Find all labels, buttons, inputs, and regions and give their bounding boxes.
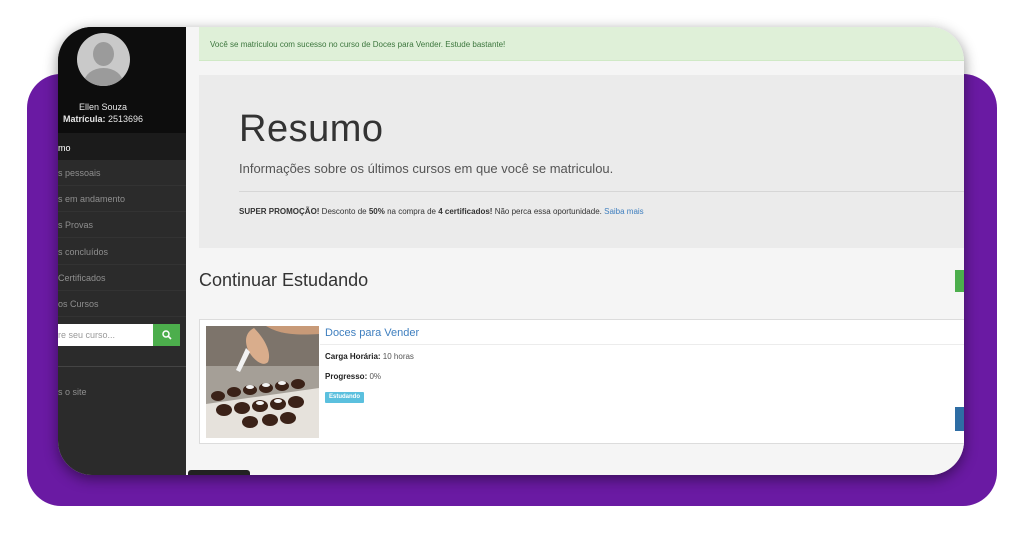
sidebar-item-courses-in-progress[interactable]: s em andamento [58, 186, 186, 212]
hours-label: Carga Horária: [325, 352, 381, 361]
blue-button-edge[interactable] [955, 407, 964, 431]
sidebar-item-all-courses[interactable]: os Cursos [58, 291, 186, 317]
progress-value: 0% [367, 372, 382, 381]
sidebar-divider [58, 366, 186, 367]
page-subtitle: Informações sobre os últimos cursos em q… [239, 161, 614, 176]
promo-more-link[interactable]: Saiba mais [604, 207, 644, 216]
course-search: re seu curso... [58, 324, 180, 346]
sidebar: Ellen Souza Matrícula: 2513696 mo s pess… [58, 27, 186, 475]
bottom-tab [188, 470, 250, 475]
sidebar-item-personal-data[interactable]: s pessoais [58, 160, 186, 186]
avatar-body-shape [84, 68, 123, 86]
course-title-link[interactable]: Doces para Vender [325, 327, 419, 339]
avatar[interactable] [77, 33, 130, 86]
registration-label: Matrícula: [62, 114, 106, 124]
avatar-head-shape [93, 42, 114, 66]
summary-divider [239, 191, 964, 192]
success-alert: Você se matriculou com sucesso no curso … [199, 27, 964, 61]
continue-studying-title: Continuar Estudando [199, 270, 369, 290]
promo-certificates: 4 certificados! [438, 207, 493, 216]
search-icon [161, 330, 172, 340]
course-card: Doces para Vender Carga Horária: 10 hora… [199, 319, 964, 444]
user-name: Ellen Souza [78, 102, 128, 112]
promo-text-1: Desconto de [319, 207, 369, 216]
sidebar-item-exams[interactable]: s Provas [58, 212, 186, 238]
page-title: Resumo [239, 108, 384, 150]
search-input[interactable]: re seu curso... [58, 324, 153, 346]
course-hours: Carga Horária: 10 horas [325, 352, 414, 361]
summary-panel: Resumo Informações sobre os últimos curs… [199, 75, 964, 248]
promo-discount: 50% [368, 207, 385, 216]
chocolates-image [206, 326, 319, 438]
sidebar-item-summary[interactable]: mo [58, 133, 186, 160]
green-button-edge[interactable] [955, 270, 964, 292]
course-thumbnail[interactable] [206, 326, 319, 438]
registration-value: 2513696 [107, 114, 144, 124]
app-window: Ellen Souza Matrícula: 2513696 mo s pess… [58, 27, 964, 475]
promo-text-2: na compra de [384, 207, 439, 216]
main-content: Você se matriculou com sucesso no curso … [186, 27, 964, 475]
promo-text-3: Não perca essa oportunidade. [492, 207, 605, 216]
status-badge: Estudando [325, 392, 364, 403]
user-registration: Matrícula: 2513696 [58, 114, 148, 124]
search-button[interactable] [153, 324, 180, 346]
sidebar-item-completed-courses[interactable]: s concluídos [58, 239, 186, 265]
promo-text: SUPER PROMOÇÃO! Desconto de 50% na compr… [239, 207, 644, 216]
sidebar-item-certificates[interactable]: Certificados [58, 265, 186, 291]
promo-lead: SUPER PROMOÇÃO! [239, 207, 320, 216]
sidebar-item-about-site[interactable]: s o site [58, 387, 87, 397]
course-progress: Progresso: 0% [325, 372, 381, 381]
hours-value: 10 horas [380, 352, 414, 361]
card-divider [320, 344, 964, 345]
progress-label: Progresso: [325, 372, 368, 381]
profile-panel: Ellen Souza Matrícula: 2513696 [58, 27, 186, 133]
